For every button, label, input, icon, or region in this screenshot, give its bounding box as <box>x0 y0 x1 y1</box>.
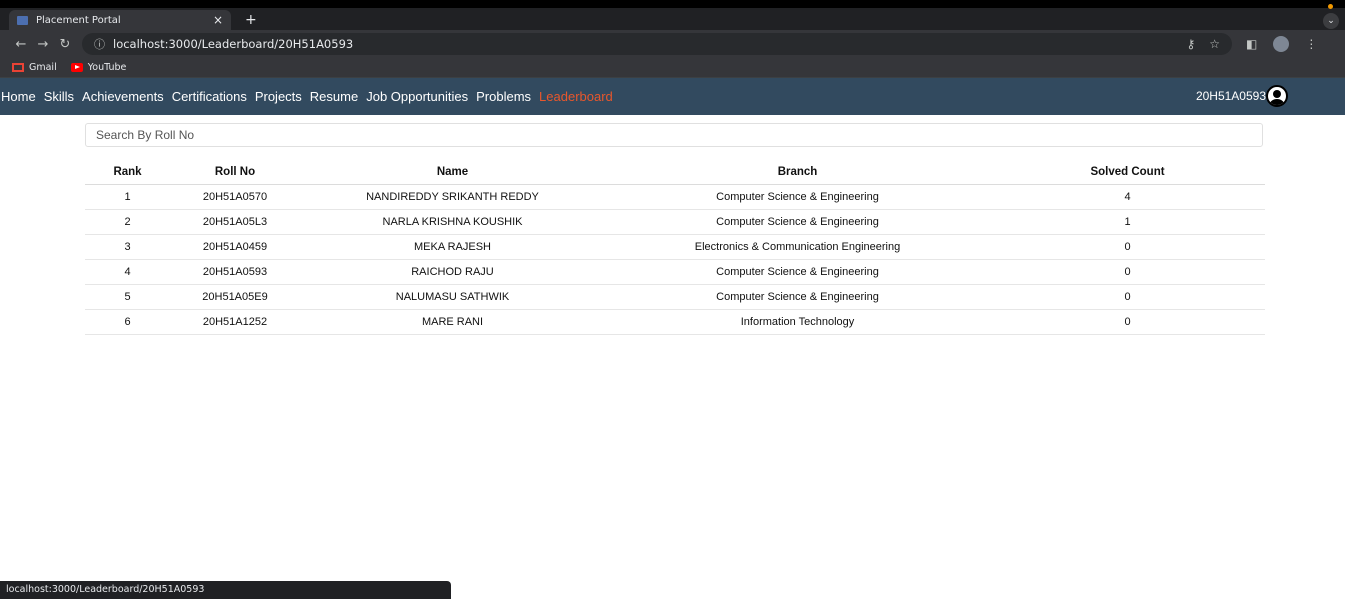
header-roll-no: Roll No <box>170 160 300 185</box>
profile-avatar-icon[interactable] <box>1273 36 1290 52</box>
header-rank: Rank <box>85 160 170 185</box>
tab-search-chevron-icon[interactable]: ⌄ <box>1323 13 1339 29</box>
nav-item-home[interactable]: Home <box>1 89 36 104</box>
table-row: 6 20H51A1252 MARE RANI Information Techn… <box>85 309 1265 335</box>
portal-favicon-icon <box>17 15 28 25</box>
cell-name: RAICHOD RAJU <box>300 259 605 285</box>
cell-branch: Electronics & Communication Engineering <box>605 234 990 260</box>
leaderboard-page: Rank Roll No Name Branch Solved Count 1 … <box>0 115 1345 545</box>
tab-title: Placement Portal <box>36 14 121 26</box>
browser-toolbar: ← → ↻ ⓘ localhost:3000/Leaderboard/20H51… <box>0 30 1345 58</box>
forward-arrow-icon[interactable]: → <box>32 37 54 52</box>
user-menu[interactable]: 20H51A0593 <box>1196 85 1288 107</box>
recording-dot-icon <box>1328 4 1333 9</box>
cell-name: MEKA RAJESH <box>300 234 605 260</box>
cell-rank: 1 <box>85 184 170 210</box>
nav-item-achievements[interactable]: Achievements <box>82 89 164 104</box>
side-panel-icon[interactable]: ◧ <box>1246 37 1257 51</box>
reload-icon[interactable]: ↻ <box>54 37 76 52</box>
bookmark-label: YouTube <box>87 62 127 73</box>
address-url: localhost:3000/Leaderboard/20H51A0593 <box>113 37 354 51</box>
new-tab-button[interactable]: + <box>245 10 257 30</box>
table-row: 5 20H51A05E9 NALUMASU SATHWIK Computer S… <box>85 284 1265 310</box>
browser-menu-icon[interactable]: ⋮ <box>1305 37 1317 51</box>
cell-name: NARLA KRISHNA KOUSHIK <box>300 209 605 235</box>
address-bar[interactable]: ⓘ localhost:3000/Leaderboard/20H51A0593 … <box>82 33 1232 55</box>
user-id: 20H51A0593 <box>1195 89 1266 103</box>
cell-rank: 2 <box>85 209 170 235</box>
nav-item-job-opportunities[interactable]: Job Opportunities <box>366 89 468 104</box>
nav-item-projects[interactable]: Projects <box>255 89 302 104</box>
cell-branch: Computer Science & Engineering <box>605 184 990 210</box>
gmail-icon <box>12 63 24 72</box>
cell-rank: 4 <box>85 259 170 285</box>
cell-solved-count: 0 <box>990 309 1265 335</box>
bookmark-label: Gmail <box>29 62 57 73</box>
cell-branch: Computer Science & Engineering <box>605 209 990 235</box>
cell-solved-count: 1 <box>990 209 1265 235</box>
cell-roll-no: 20H51A1252 <box>170 309 300 335</box>
nav-item-skills[interactable]: Skills <box>44 89 74 104</box>
app-navbar: Home Skills Achievements Certifications … <box>0 78 1345 115</box>
cell-rank: 5 <box>85 284 170 310</box>
cell-roll-no: 20H51A0459 <box>170 234 300 260</box>
cell-name: NALUMASU SATHWIK <box>300 284 605 310</box>
cell-name: NANDIREDDY SRIKANTH REDDY <box>300 184 605 210</box>
cell-branch: Computer Science & Engineering <box>605 259 990 285</box>
window-top-strip <box>0 0 1345 8</box>
cell-rank: 3 <box>85 234 170 260</box>
table-row: 2 20H51A05L3 NARLA KRISHNA KOUSHIK Compu… <box>85 209 1265 235</box>
table-row: 4 20H51A0593 RAICHOD RAJU Computer Scien… <box>85 259 1265 285</box>
cell-solved-count: 0 <box>990 284 1265 310</box>
search-roll-input[interactable] <box>85 123 1263 147</box>
header-name: Name <box>300 160 605 185</box>
youtube-icon <box>70 63 83 72</box>
bookmark-gmail[interactable]: Gmail <box>12 62 57 73</box>
nav-item-leaderboard[interactable]: Leaderboard <box>539 89 613 104</box>
link-status-bubble: localhost:3000/Leaderboard/20H51A0593 <box>0 581 451 599</box>
nav-item-resume[interactable]: Resume <box>310 89 358 104</box>
cell-solved-count: 0 <box>990 259 1265 285</box>
site-info-icon[interactable]: ⓘ <box>94 36 105 52</box>
cell-branch: Information Technology <box>605 309 990 335</box>
browser-tabbar: Placement Portal × + ⌄ <box>0 4 1345 30</box>
close-tab-icon[interactable]: × <box>213 13 223 27</box>
cell-roll-no: 20H51A0570 <box>170 184 300 210</box>
table-header-row: Rank Roll No Name Branch Solved Count <box>85 160 1265 185</box>
browser-tab[interactable]: Placement Portal × <box>9 10 231 30</box>
bookmark-star-icon[interactable]: ☆ <box>1209 37 1220 51</box>
bookmarks-bar: Gmail YouTube <box>0 58 1345 78</box>
cell-solved-count: 0 <box>990 234 1265 260</box>
cell-solved-count: 4 <box>990 184 1265 210</box>
back-arrow-icon[interactable]: ← <box>10 37 32 52</box>
table-row: 3 20H51A0459 MEKA RAJESH Electronics & C… <box>85 234 1265 260</box>
user-avatar-icon[interactable] <box>1266 85 1288 107</box>
cell-roll-no: 20H51A05E9 <box>170 284 300 310</box>
cell-roll-no: 20H51A0593 <box>170 259 300 285</box>
header-branch: Branch <box>605 160 990 185</box>
cell-rank: 6 <box>85 309 170 335</box>
cell-name: MARE RANI <box>300 309 605 335</box>
nav-item-certifications[interactable]: Certifications <box>172 89 247 104</box>
password-key-icon[interactable]: ⚷ <box>1186 37 1195 51</box>
cell-branch: Computer Science & Engineering <box>605 284 990 310</box>
leaderboard-table: Rank Roll No Name Branch Solved Count 1 … <box>85 160 1265 335</box>
bookmark-youtube[interactable]: YouTube <box>70 62 127 73</box>
header-solved-count: Solved Count <box>990 160 1265 185</box>
table-row: 1 20H51A0570 NANDIREDDY SRIKANTH REDDY C… <box>85 184 1265 210</box>
nav-item-problems[interactable]: Problems <box>476 89 531 104</box>
cell-roll-no: 20H51A05L3 <box>170 209 300 235</box>
